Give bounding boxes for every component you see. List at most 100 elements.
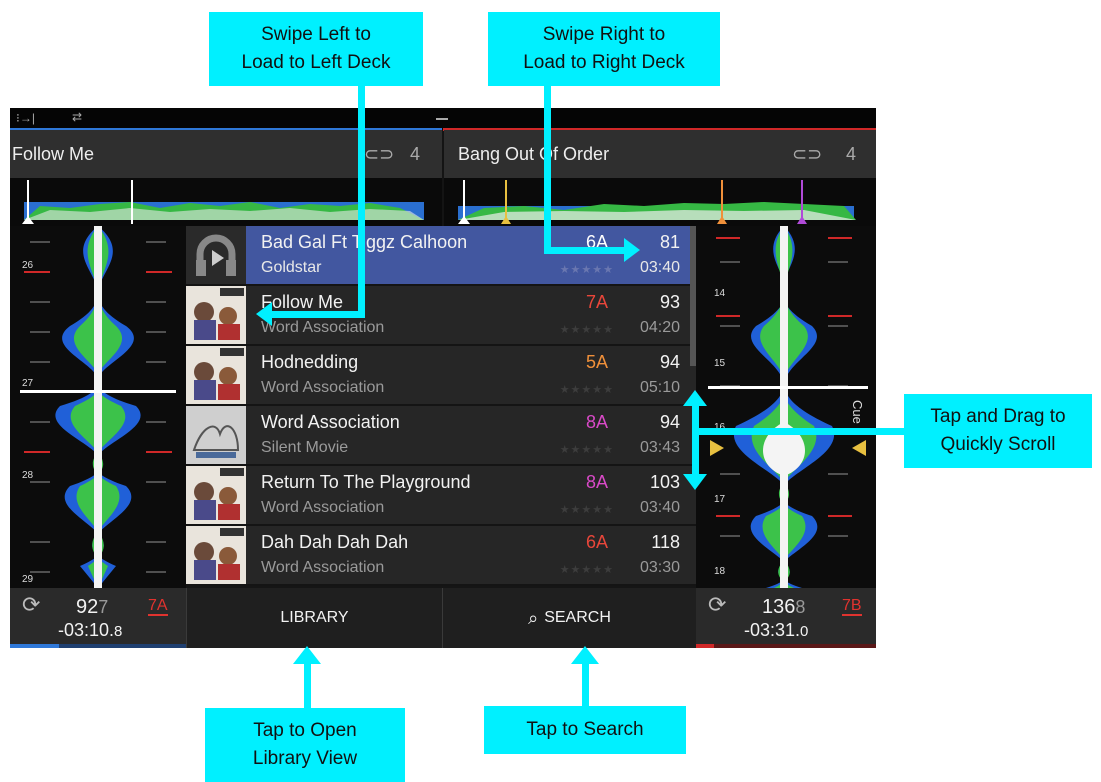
right-beat-marker: 15: [714, 358, 726, 369]
left-beat-marker: 29: [22, 574, 34, 585]
right-scrolling-waveform[interactable]: 14 15 16 17 18 Cue: [696, 226, 876, 588]
track-rating: ★★★★★: [559, 504, 614, 516]
right-beat-marker: 16: [714, 422, 726, 433]
track-duration: 05:10: [639, 379, 680, 396]
callout-text: Load to Right Deck: [523, 52, 685, 73]
album-art-sketch: [186, 406, 246, 464]
track-title: Dah Dah Dah Dah: [261, 532, 409, 552]
track-row[interactable]: Follow Me Word Association 7A 93 ★★★★★ 04:20: [186, 286, 696, 346]
search-label: SEARCH: [544, 609, 611, 626]
track-artist: Word Association: [261, 319, 385, 336]
left-progress-fill: [10, 644, 60, 648]
left-scrolling-waveform[interactable]: 26 27 28 29: [10, 226, 186, 588]
left-vertical-waveform-graphic: [20, 226, 176, 588]
track-title: Return To The Playground: [261, 472, 471, 492]
track-bpm: 81: [659, 232, 680, 252]
right-key: 7B: [842, 597, 862, 616]
album-art-word: [186, 346, 246, 404]
sync-icon[interactable]: ⟳: [22, 592, 40, 618]
callout-text: Load to Left Deck: [241, 52, 391, 73]
right-loop-icon[interactable]: ⊂⊃: [792, 144, 822, 165]
callout-text: Tap to Search: [526, 719, 644, 740]
right-cue-label: Cue: [850, 400, 865, 424]
right-beat-marker: 18: [714, 566, 726, 577]
track-duration: 03:30: [639, 559, 680, 576]
left-bpm: 927: [76, 596, 108, 619]
left-deck-header[interactable]: Follow Me ⊂⊃ 4: [10, 130, 442, 178]
callout-tap-library: Tap to Open Library View: [205, 708, 405, 782]
track-duration: 03:40: [639, 259, 680, 276]
right-beat-marker: 14: [714, 288, 726, 299]
track-title: Follow Me: [261, 292, 344, 312]
track-artist: Goldstar: [261, 259, 322, 276]
track-key: 6A: [585, 532, 608, 552]
left-time-remaining: -03:10.8: [58, 620, 122, 641]
device-screen: ⁝→| ⇄ Follow Me ⊂⊃ 4 Bang Out Of Order ⊂…: [10, 108, 876, 648]
left-progress-bar: [10, 644, 186, 648]
track-key: 5A: [585, 352, 608, 372]
right-deck-header[interactable]: Bang Out Of Order ⊂⊃ 4: [444, 130, 876, 178]
library-button[interactable]: LIBRARY: [186, 588, 442, 648]
track-artist: Silent Movie: [261, 439, 349, 456]
track-title: Bad Gal Ft Tiggz Calhoon: [261, 232, 468, 252]
callout-tap-search: Tap to Search: [484, 706, 686, 754]
track-list[interactable]: Bad Gal Ft Tiggz Calhoon Goldstar 6A 81 ★★★★…: [186, 226, 696, 588]
right-remaining-fraction: 0: [800, 623, 809, 640]
right-beat-marker: 17: [714, 494, 726, 505]
track-rating: ★★★★★: [559, 264, 614, 276]
track-row[interactable]: Word Association Silent Movie 8A 94 ★★★★★ 03:…: [186, 406, 696, 466]
callout-text: Tap to Open: [253, 720, 357, 741]
track-key: 7A: [585, 292, 608, 312]
search-button[interactable]: ⌕ SEARCH: [442, 588, 696, 648]
track-key: 8A: [585, 472, 608, 492]
callout-text: Quickly Scroll: [940, 434, 1056, 455]
track-row[interactable]: Bad Gal Ft Tiggz Calhoon Goldstar 6A 81 ★★★★…: [186, 226, 696, 286]
left-loop-length: 4: [410, 144, 421, 164]
left-beat-marker: 26: [22, 260, 34, 271]
track-row[interactable]: Return To The Playground Word Association…: [186, 466, 696, 526]
left-beat-marker: 28: [22, 470, 34, 481]
left-remaining-main: -03:10.: [58, 620, 115, 640]
left-key: 7A: [148, 597, 168, 616]
album-art-word: [186, 286, 246, 344]
track-duration: 03:43: [639, 439, 680, 456]
right-progress-bar: [696, 644, 876, 648]
left-bpm-main: 92: [76, 596, 99, 618]
track-row[interactable]: Dah Dah Dah Dah Word Association 6A 118 ★★★★…: [186, 526, 696, 586]
callout-swipe-left: Swipe Left to Load to Left Deck: [209, 12, 423, 86]
track-artist: Word Association: [261, 499, 385, 516]
track-title: Hodnedding: [261, 352, 359, 372]
track-rating: ★★★★★: [559, 384, 614, 396]
right-bpm-main: 136: [762, 596, 796, 618]
right-vertical-waveform-graphic: [708, 226, 868, 588]
repeat-icon: ⇄: [72, 110, 83, 124]
callout-text: Swipe Left to: [261, 24, 371, 45]
track-rating: ★★★★★: [559, 324, 614, 336]
center-indicator: [436, 118, 448, 120]
right-loop-length: 4: [846, 144, 857, 164]
track-bpm: 118: [651, 532, 680, 552]
right-deck-info: ⟳ 1368 7B -03:31.0: [696, 588, 876, 648]
track-row[interactable]: Hodnedding Word Association 5A 94 ★★★★★ 05:10: [186, 346, 696, 406]
right-deck-title: Bang Out Of Order: [458, 144, 610, 164]
left-beat-marker: 27: [22, 378, 34, 389]
right-overview-waveform[interactable]: [444, 178, 876, 226]
right-bpm: 1368: [762, 596, 805, 619]
track-artist: Word Association: [261, 559, 385, 576]
top-status-bar: ⁝→| ⇄: [10, 108, 876, 130]
callout-text: Tap and Drag to: [930, 406, 1066, 427]
library-label: LIBRARY: [280, 609, 349, 626]
left-overview-waveform[interactable]: [10, 178, 442, 226]
callout-tap-drag: Tap and Drag to Quickly Scroll: [904, 394, 1092, 468]
callout-swipe-right: Swipe Right to Load to Right Deck: [488, 12, 720, 86]
album-art-word: [186, 466, 246, 524]
track-bpm: 103: [649, 472, 680, 492]
right-progress-fill: [696, 644, 714, 648]
right-bpm-fraction: 8: [795, 597, 806, 617]
left-remaining-fraction: 8: [114, 623, 123, 640]
callout-text: Swipe Right to: [542, 24, 666, 45]
sync-icon[interactable]: ⟳: [708, 592, 726, 618]
search-icon: ⌕: [528, 607, 539, 628]
left-loop-icon[interactable]: ⊂⊃: [364, 144, 394, 165]
list-scrollbar[interactable]: [690, 226, 696, 366]
